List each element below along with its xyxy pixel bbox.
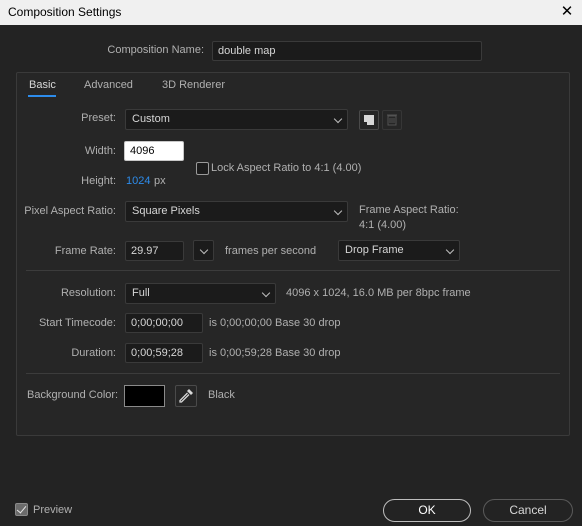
chevron-down-icon bbox=[445, 245, 455, 255]
chevron-down-icon bbox=[333, 114, 343, 124]
drop-frame-dropdown[interactable]: Drop Frame bbox=[338, 240, 460, 261]
background-color-swatch[interactable] bbox=[124, 385, 165, 407]
cancel-button[interactable]: Cancel bbox=[483, 499, 573, 522]
eyedropper-button[interactable] bbox=[175, 385, 197, 407]
tab-3d-renderer[interactable]: 3D Renderer bbox=[162, 79, 225, 91]
start-timecode-label: Start Timecode: bbox=[38, 317, 116, 329]
save-icon bbox=[364, 115, 374, 125]
frame-aspect-label: Frame Aspect Ratio: bbox=[359, 204, 459, 216]
start-timecode-info: is 0;00;00;00 Base 30 drop bbox=[209, 317, 341, 329]
preset-label: Preset: bbox=[81, 112, 116, 124]
preview-label: Preview bbox=[33, 504, 73, 516]
divider bbox=[26, 270, 560, 271]
frame-rate-preset-dropdown[interactable] bbox=[193, 240, 214, 261]
close-icon[interactable]: ✕ bbox=[558, 3, 576, 21]
frame-rate-label: Frame Rate: bbox=[54, 245, 116, 257]
tab-basic-underline bbox=[28, 95, 56, 97]
pixel-aspect-label: Pixel Aspect Ratio: bbox=[24, 205, 116, 217]
drop-frame-value: Drop Frame bbox=[345, 244, 404, 256]
delete-preset-button[interactable] bbox=[382, 110, 402, 130]
preset-value: Custom bbox=[132, 113, 170, 125]
height-unit: px bbox=[154, 175, 166, 187]
resolution-value: Full bbox=[132, 287, 150, 299]
height-value[interactable]: 1024 bbox=[126, 175, 150, 187]
save-preset-button[interactable] bbox=[359, 110, 379, 130]
pixel-aspect-value: Square Pixels bbox=[132, 205, 200, 217]
composition-name-input[interactable]: double map bbox=[212, 41, 482, 61]
background-color-label: Background Color: bbox=[27, 389, 119, 401]
preset-dropdown[interactable]: Custom bbox=[125, 109, 348, 130]
frame-rate-unit: frames per second bbox=[225, 245, 317, 257]
tab-basic[interactable]: Basic bbox=[29, 79, 56, 91]
width-input[interactable]: 4096 bbox=[124, 141, 184, 161]
eyedropper-icon bbox=[179, 389, 193, 403]
resolution-info: 4096 x 1024, 16.0 MB per 8bpc frame bbox=[286, 287, 471, 299]
window-title: Composition Settings bbox=[8, 5, 122, 19]
duration-label: Duration: bbox=[71, 347, 116, 359]
title-bar: Composition Settings ✕ bbox=[0, 0, 582, 25]
width-label: Width: bbox=[84, 145, 116, 157]
resolution-dropdown[interactable]: Full bbox=[125, 283, 276, 304]
trash-icon bbox=[387, 114, 397, 126]
pixel-aspect-dropdown[interactable]: Square Pixels bbox=[125, 201, 348, 222]
frame-aspect-value: 4:1 (4.00) bbox=[359, 219, 407, 231]
frame-rate-input[interactable]: 29.97 bbox=[125, 241, 184, 261]
ok-button[interactable]: OK bbox=[383, 499, 471, 522]
resolution-label: Resolution: bbox=[60, 287, 116, 299]
duration-info: is 0;00;59;28 Base 30 drop bbox=[209, 347, 341, 359]
composition-name-label: Composition Name: bbox=[107, 44, 204, 56]
background-color-name: Black bbox=[208, 389, 235, 401]
duration-input[interactable]: 0;00;59;28 bbox=[125, 343, 203, 363]
start-timecode-input[interactable]: 0;00;00;00 bbox=[125, 313, 203, 333]
tab-advanced[interactable]: Advanced bbox=[84, 79, 133, 91]
height-label: Height: bbox=[81, 175, 116, 187]
chevron-down-icon bbox=[199, 245, 209, 255]
lock-aspect-checkbox[interactable] bbox=[196, 162, 209, 175]
chevron-down-icon bbox=[261, 288, 271, 298]
lock-aspect-label: Lock Aspect Ratio to 4:1 (4.00) bbox=[211, 162, 362, 174]
divider bbox=[26, 373, 560, 374]
preview-checkbox[interactable] bbox=[15, 503, 28, 516]
chevron-down-icon bbox=[333, 206, 343, 216]
